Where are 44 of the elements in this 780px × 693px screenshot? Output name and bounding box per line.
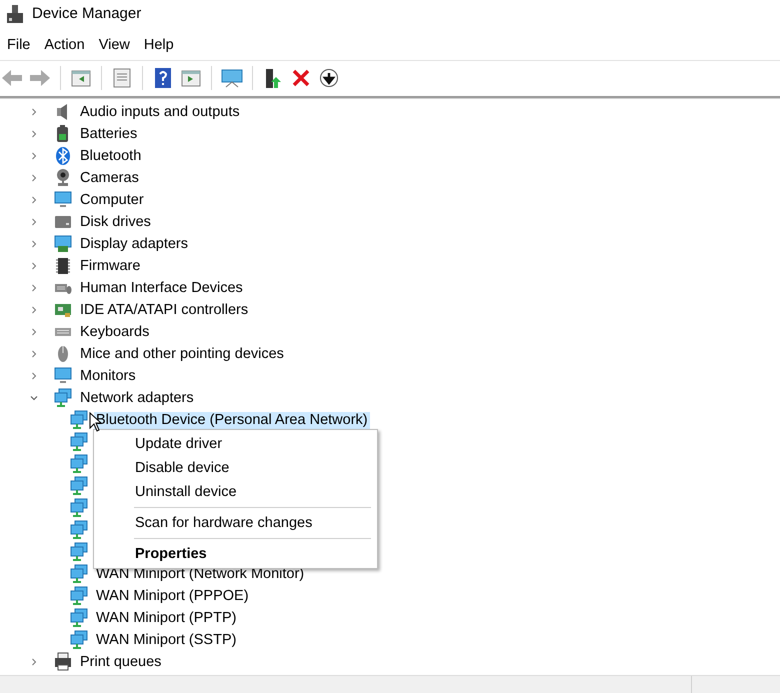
tree-item[interactable]: Computer <box>78 192 146 208</box>
menu-item[interactable]: Action <box>37 33 92 59</box>
tree-item[interactable]: Human Interface Devices <box>78 280 245 296</box>
network-icon <box>70 520 88 540</box>
network-icon <box>70 630 88 650</box>
tree-item[interactable]: Bluetooth Device (Personal Area Network) <box>94 412 370 428</box>
device-manager-icon <box>6 4 24 24</box>
network-icon <box>70 564 88 584</box>
menu-item[interactable]: File <box>0 33 38 59</box>
menu-item[interactable]: Help <box>136 33 181 59</box>
network-icon <box>70 542 88 562</box>
tree-item[interactable]: Display adapters <box>78 236 190 252</box>
network-icon <box>70 454 88 474</box>
tree-item[interactable]: Batteries <box>78 126 140 142</box>
tree-item[interactable]: Bluetooth <box>78 148 144 164</box>
tree-item[interactable]: Audio inputs and outputs <box>78 104 242 120</box>
network-icon <box>70 498 88 518</box>
tree-item[interactable]: Print queues <box>78 654 164 670</box>
chip-icon <box>54 256 72 276</box>
monitor-icon <box>54 366 72 386</box>
printer-icon <box>54 652 72 672</box>
monitor-icon <box>54 190 72 210</box>
network-icon <box>70 410 88 430</box>
network-icon <box>70 432 88 452</box>
tree-item[interactable]: Network adapters <box>78 390 196 406</box>
display-card-icon <box>54 234 72 254</box>
network-icon <box>54 388 72 408</box>
tree-item[interactable]: Mice and other pointing devices <box>78 346 286 362</box>
tree-item[interactable]: Monitors <box>78 368 138 384</box>
menu-item[interactable]: View <box>92 33 137 59</box>
tree-item[interactable]: Keyboards <box>78 324 152 340</box>
tree-item[interactable]: Cameras <box>78 170 141 186</box>
window-title: Device Manager <box>32 4 142 24</box>
tree-item[interactable]: Disk drives <box>78 214 153 230</box>
webcam-icon <box>54 168 72 188</box>
tree-item[interactable]: WAN Miniport (PPTP) <box>94 610 238 626</box>
network-icon <box>70 608 88 628</box>
tree-item[interactable]: IDE ATA/ATAPI controllers <box>78 302 250 318</box>
network-icon <box>70 586 88 606</box>
tree-item[interactable]: WAN Miniport (SSTP) <box>94 632 238 648</box>
network-icon <box>70 476 88 496</box>
tree-item[interactable]: WAN Miniport (PPPOE) <box>94 588 251 604</box>
bluetooth-icon <box>54 146 72 166</box>
tree-item[interactable]: Firmware <box>78 258 142 274</box>
